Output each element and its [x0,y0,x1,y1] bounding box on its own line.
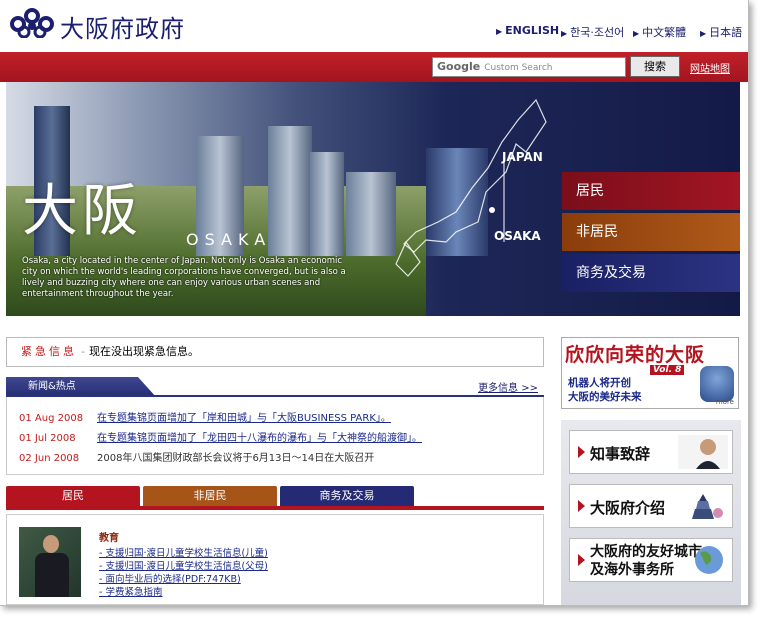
news-text: 2008年八国集团财政部长会议将于6月13日～14日在大阪召开 [97,453,375,464]
osaka-castle-icon [678,489,728,523]
hero-kanji: 大阪 [22,179,142,244]
search-placeholder: Custom Search [484,63,553,73]
hero-menu-non-residents[interactable]: 非居民 [562,213,740,251]
banner-line: 大阪的美好未来 [568,391,642,403]
news-date: 01 Aug 2008 [19,413,84,424]
map-label-osaka: OSAKA [494,229,541,243]
arrow-right-icon: ▶ [700,29,707,38]
search-input[interactable]: Google Custom Search [432,57,626,77]
governor-portrait-icon [678,435,728,469]
photo-body [35,553,69,597]
osaka-intro-link[interactable]: 大阪府介绍 [569,484,733,528]
tab-business[interactable]: 商务及交易 [280,486,414,506]
google-logo: Google [437,60,481,73]
education-link[interactable]: - 支援归国·渡日儿童学校生活信息(儿童) [99,545,268,559]
education-photo [19,527,81,597]
robot-icon [700,366,734,402]
news-item: 02 Jun 2008 2008年八国集团财政部长会议将于6月13日～14日在大阪… [19,449,374,464]
building [268,126,312,256]
arrow-right-icon: ▶ [633,29,640,38]
hero-banner: JAPAN OSAKA 大阪 OSAKA Osaka, a city locat… [6,82,740,316]
link-label: 大阪府的友好城市 及海外事务所 [590,543,702,579]
page: 大阪府政府 ▶ ENGLISH ▶ 한국·조선어 ▶ 中文繁體 ▶ 日本語 Google… [0,0,749,606]
search-bar: Google Custom Search 搜索 网站地图 [0,52,748,82]
hero-description: Osaka, a city located in the center of J… [22,256,346,299]
arrow-right-icon: ▶ [496,27,503,36]
education-link[interactable]: - 面向毕业后的选择(PDF:747KB) [99,571,241,585]
tab-content: 教育 - 支援归国·渡日儿童学校生活信息(儿童) - 支援归国·渡日儿童学校生活… [6,514,544,605]
banner-vol: Vol. 8 [650,365,685,375]
link-label: 知事致辞 [590,445,651,463]
category-title: 教育 [99,533,119,544]
tab-underline [6,506,544,510]
arrow-right-icon: ▶ [561,29,568,38]
emergency-info: 紧急信息 - 现在没出现紧急信息。 [6,337,544,367]
news-header: 新闻&热点 更多信息 >> [6,377,544,397]
lang-label: 한국·조선어 [570,26,625,39]
link-line: 大阪府的友好城市 [590,544,702,560]
emergency-label: 紧急信息 [21,345,77,358]
right-links-panel: 知事致辞 大阪府介绍 大阪府的友好城市 及海外事务所 [561,420,741,605]
map-label-japan: JAPAN [502,150,543,164]
governor-message-link[interactable]: 知事致辞 [569,430,733,474]
japan-map-outline [395,98,547,277]
banner-line: 机器人将开创 [568,377,631,389]
photo-face [43,535,59,553]
lang-japanese-link[interactable]: ▶ 日本語 [700,24,742,40]
news-date: 02 Jun 2008 [19,453,80,464]
education-link[interactable]: - 支援归国·渡日儿童学校生活信息(父母) [99,558,268,572]
sister-cities-link[interactable]: 大阪府的友好城市 及海外事务所 [569,538,733,582]
lang-english-link[interactable]: ▶ ENGLISH [496,24,559,37]
lang-korean-link[interactable]: ▶ 한국·조선어 [561,24,624,40]
lang-label: ENGLISH [505,24,560,37]
promo-banner[interactable]: 欣欣向荣的大阪 Vol. 8 机器人将开创 大阪的美好未来 more [561,337,739,409]
news-list: 01 Aug 2008 在专题集锦页面增加了「岸和田城」与「大阪BUSINESS … [6,397,544,475]
arrow-right-icon [578,446,585,458]
lang-label: 中文繁體 [642,26,687,39]
education-link[interactable]: - 学费紧急指南 [99,584,162,598]
link-text: 学费紧急指南 [105,587,163,598]
lang-label: 日本語 [709,26,743,39]
banner-text: 机器人将开创 大阪的美好未来 [568,376,642,404]
news-link[interactable]: 在专题集锦页面增加了「岸和田城」与「大阪BUSINESS PARK」。 [97,413,391,424]
banner-title: 欣欣向荣的大阪 [565,344,706,366]
arrow-right-icon [578,500,585,512]
hero-menu-residents[interactable]: 居民 [562,172,740,210]
separator: - [81,345,85,358]
building [310,152,344,256]
news-date: 01 Jul 2008 [19,433,76,444]
osaka-logo-icon[interactable] [6,8,58,38]
arrow-right-icon [578,554,585,566]
section-tabs: 居民 非居民 商务及交易 [6,486,544,510]
news-tab[interactable]: 新闻&热点 [6,377,156,397]
banner-more-link[interactable]: more [716,398,734,406]
hero-osaka-text: OSAKA [186,230,272,249]
news-link[interactable]: 在专题集锦页面增加了「龙田四十八瀑布的瀑布」与「大神祭的船渡御」。 [97,433,422,444]
news-item: 01 Jul 2008 在专题集锦页面增加了「龙田四十八瀑布的瀑布」与「大神祭的船… [19,429,422,444]
news-item: 01 Aug 2008 在专题集锦页面增加了「岸和田城」与「大阪BUSINESS … [19,409,391,424]
site-title[interactable]: 大阪府政府 [60,9,185,44]
sitemap-link[interactable]: 网站地图 [690,60,730,75]
lang-traditional-chinese-link[interactable]: ▶ 中文繁體 [633,24,686,40]
tab-non-residents[interactable]: 非居民 [143,486,277,506]
emergency-text: 现在没出现紧急信息。 [88,345,199,358]
globe-icon [695,546,723,574]
link-line: 及海外事务所 [590,562,674,578]
search-button[interactable]: 搜索 [630,56,680,77]
more-news-link[interactable]: 更多信息 >> [478,379,538,394]
link-label: 大阪府介绍 [590,499,666,517]
hero-menu-business[interactable]: 商务及交易 [562,254,740,292]
